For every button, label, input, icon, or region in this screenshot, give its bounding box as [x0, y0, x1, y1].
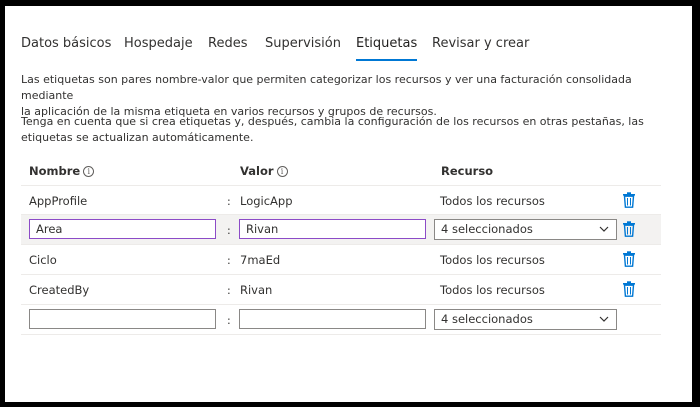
separator: :	[227, 224, 231, 237]
tab-networking[interactable]: Redes	[208, 36, 247, 52]
tag-resource: Todos los recursos	[440, 283, 545, 297]
tag-value: 7maEd	[240, 253, 281, 267]
new-tag-value-input[interactable]	[239, 309, 426, 329]
tag-row-editing: Area : Rivan 4 seleccionados	[21, 214, 661, 244]
description-line: etiquetas se actualizan automáticamente.	[21, 131, 254, 144]
separator: :	[227, 195, 231, 208]
tag-name: Ciclo	[29, 253, 57, 267]
resource-dropdown-value: 4 seleccionados	[441, 222, 533, 236]
tag-name-input[interactable]: Area	[29, 219, 216, 239]
info-icon[interactable]: i	[83, 166, 95, 177]
tag-resource: Todos los recursos	[440, 253, 545, 267]
tag-value: LogicApp	[240, 194, 293, 208]
trash-icon[interactable]	[622, 281, 636, 297]
tag-name: CreatedBy	[29, 283, 90, 297]
column-header-name: Nombre i	[29, 164, 95, 178]
resource-dropdown[interactable]: 4 seleccionados	[434, 309, 617, 330]
column-header-resource-label: Recurso	[441, 164, 494, 178]
column-header-name-label: Nombre	[29, 164, 81, 178]
trash-icon[interactable]	[622, 221, 636, 237]
tag-row-new: : 4 seleccionados	[21, 304, 661, 335]
separator: :	[227, 284, 231, 297]
tag-value-input[interactable]: Rivan	[239, 219, 426, 239]
description-line: Las etiquetas son pares nombre-valor que…	[21, 73, 632, 102]
resource-dropdown[interactable]: 4 seleccionados	[434, 219, 617, 240]
trash-icon[interactable]	[622, 192, 636, 208]
separator: :	[227, 314, 231, 327]
tags-panel: Datos básicos Hospedaje Redes Supervisió…	[5, 6, 692, 402]
tab-review-create[interactable]: Revisar y crear	[432, 36, 529, 52]
tag-row: Ciclo : 7maEd Todos los recursos	[21, 244, 661, 274]
tag-name: AppProfile	[29, 194, 88, 208]
separator: :	[227, 254, 231, 267]
description-paragraph-2: Tenga en cuenta que si crea etiquetas y,…	[21, 114, 661, 146]
tag-resource: Todos los recursos	[440, 194, 545, 208]
column-header-value: Valor i	[240, 164, 288, 178]
trash-icon[interactable]	[622, 251, 636, 267]
column-header-resource: Recurso	[441, 164, 493, 178]
description-line: Tenga en cuenta que si crea etiquetas y,…	[21, 115, 644, 128]
chevron-down-icon	[599, 316, 609, 322]
new-tag-name-input[interactable]	[29, 309, 216, 329]
tab-hosting[interactable]: Hospedaje	[124, 36, 193, 52]
info-icon[interactable]: i	[276, 166, 288, 177]
tag-row: CreatedBy : Rivan Todos los recursos	[21, 274, 661, 304]
description-paragraph-1: Las etiquetas son pares nombre-valor que…	[21, 72, 661, 120]
tab-basics[interactable]: Datos básicos	[21, 36, 111, 52]
resource-dropdown-value: 4 seleccionados	[441, 312, 533, 326]
chevron-down-icon	[599, 226, 609, 232]
column-header-value-label: Valor	[240, 164, 274, 178]
tab-monitoring[interactable]: Supervisión	[265, 36, 341, 52]
tag-row: AppProfile : LogicApp Todos los recursos	[21, 185, 661, 215]
tab-tags[interactable]: Etiquetas	[356, 36, 418, 61]
tag-value: Rivan	[240, 283, 273, 297]
